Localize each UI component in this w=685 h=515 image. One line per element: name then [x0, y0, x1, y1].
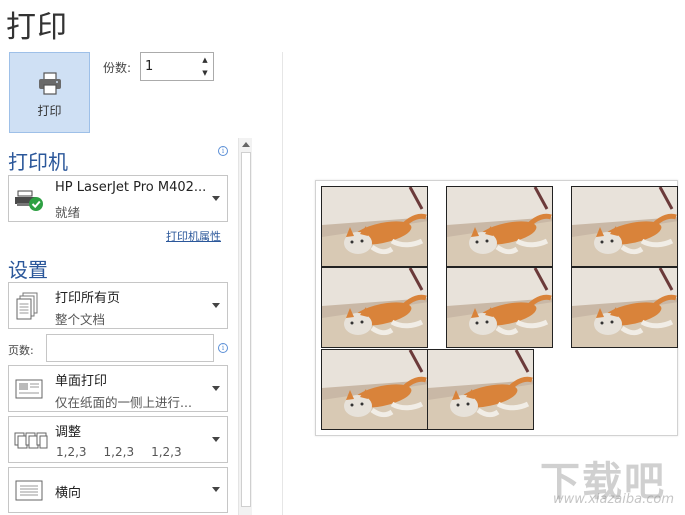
collate-icon [14, 432, 48, 449]
printer-properties-link[interactable]: 打印机属性 [166, 228, 221, 244]
print-range-main: 打印所有页 [55, 291, 121, 306]
pages-label: 页数: [8, 344, 34, 357]
copies-increment-button[interactable]: ▲ [199, 54, 211, 66]
printer-icon [38, 72, 61, 95]
single-sided-icon [15, 379, 43, 399]
orientation-dropdown[interactable]: 横向 [8, 467, 228, 513]
print-preview-page [315, 180, 678, 436]
copies-input[interactable] [145, 57, 197, 76]
preview-photo [446, 267, 553, 348]
watermark-url: www.xiazaiba.com [553, 492, 674, 507]
preview-photo [321, 267, 428, 348]
print-range-sub: 整个文档 [55, 312, 106, 327]
sides-dropdown[interactable]: 单面打印 仅在纸面的一侧上进行... [8, 365, 228, 412]
page-title: 打印 [6, 10, 68, 45]
pages-stack-icon [16, 292, 38, 320]
settings-heading: 设置 [8, 258, 48, 282]
printer-ready-icon [15, 190, 43, 211]
panel-divider [282, 52, 283, 515]
preview-photo [321, 349, 428, 430]
settings-scrollbar[interactable] [238, 138, 252, 515]
printer-heading: 打印机 [8, 150, 68, 174]
chevron-down-icon [212, 302, 220, 308]
printer-status: 就绪 [55, 205, 81, 220]
sides-main: 单面打印 [55, 374, 108, 389]
print-button[interactable]: 打印 [9, 52, 90, 133]
preview-photo [321, 186, 428, 267]
landscape-icon [15, 480, 43, 501]
pages-input[interactable] [46, 334, 214, 362]
print-button-label: 打印 [37, 104, 62, 118]
preview-photo [427, 349, 534, 430]
preview-photo [571, 267, 678, 348]
chevron-down-icon [212, 436, 220, 442]
chevron-down-icon [212, 487, 220, 492]
collate-group: 1,2,3 [151, 445, 182, 459]
info-icon[interactable]: i [218, 343, 228, 353]
preview-photo [446, 186, 553, 267]
chevron-down-icon [212, 385, 220, 391]
collate-group: 1,2,3 [103, 445, 135, 459]
collate-groups: 1,2,3 1,2,3 1,2,3 [56, 445, 182, 459]
collate-main: 调整 [55, 425, 82, 440]
chevron-down-icon [212, 195, 220, 201]
copies-label: 份数: [103, 61, 132, 75]
copies-decrement-button[interactable]: ▼ [199, 67, 211, 79]
print-range-dropdown[interactable]: 打印所有页 整个文档 [8, 282, 228, 329]
orientation-main: 横向 [55, 486, 82, 501]
collate-dropdown[interactable]: 调整 1,2,3 1,2,3 1,2,3 [8, 416, 228, 463]
scrollbar-thumb[interactable] [241, 152, 251, 507]
scroll-up-icon[interactable] [242, 142, 250, 147]
info-icon[interactable]: i [218, 146, 228, 156]
printer-name: HP LaserJet Pro M402... [55, 180, 207, 195]
collate-group: 1,2,3 [56, 445, 87, 459]
copies-stepper[interactable]: ▲ ▼ [140, 52, 214, 81]
preview-photo [571, 186, 678, 267]
printer-dropdown[interactable]: HP LaserJet Pro M402... 就绪 [8, 175, 228, 222]
sides-sub: 仅在纸面的一侧上进行... [55, 395, 192, 410]
